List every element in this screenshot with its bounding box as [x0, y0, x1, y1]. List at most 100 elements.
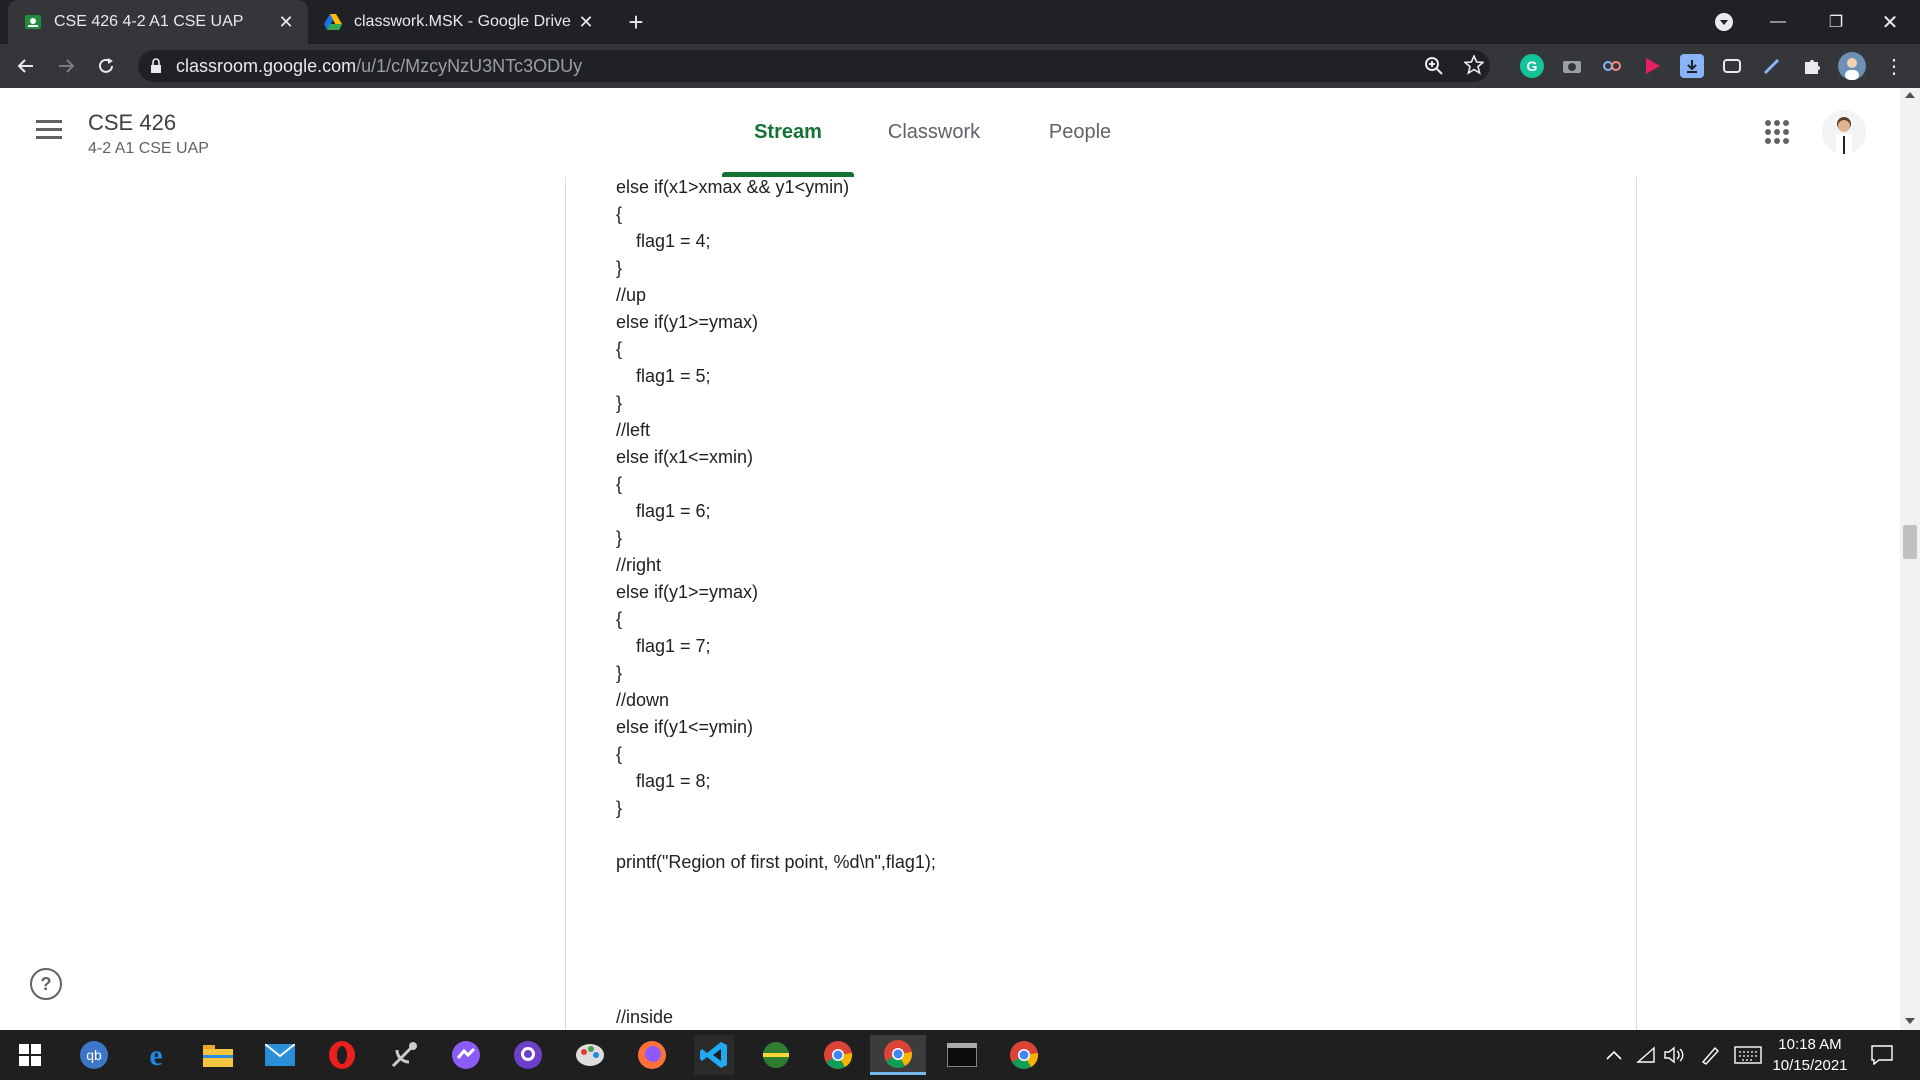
url-text: classroom.google.com/u/1/c/MzcyNzU3NTc3O…	[176, 56, 582, 77]
minimize-icon[interactable]: —	[1760, 0, 1796, 44]
hamburger-menu-icon[interactable]	[36, 120, 62, 145]
code-line: //down	[616, 690, 670, 710]
pen-workspace-icon[interactable]	[1690, 1035, 1730, 1075]
code-line: //left	[616, 420, 651, 440]
tab-classroom[interactable]: CSE 426 4-2 A1 CSE UAP ✕	[8, 0, 308, 44]
browser-menu-icon[interactable]: ⋮	[1882, 54, 1906, 78]
touch-keyboard-icon[interactable]	[1728, 1035, 1768, 1075]
pen-icon[interactable]	[1760, 54, 1784, 78]
class-title[interactable]: CSE 426	[88, 110, 176, 136]
extensions-puzzle-icon[interactable]	[1800, 54, 1824, 78]
code-line: else if(y1<=ymin)	[616, 717, 754, 737]
play-icon[interactable]	[1640, 54, 1664, 78]
code-line: }	[616, 528, 623, 548]
file-explorer-icon[interactable]	[198, 1035, 238, 1075]
code-line: }	[616, 393, 623, 413]
paint-app-icon[interactable]	[570, 1035, 610, 1075]
screen-capture-icon[interactable]	[1720, 54, 1744, 78]
code-line: flag1 = 8;	[616, 771, 711, 791]
opera-icon[interactable]	[322, 1035, 362, 1075]
scroll-down-arrow[interactable]	[1905, 1018, 1915, 1024]
page-scrollbar[interactable]	[1900, 88, 1920, 1030]
reload-icon[interactable]	[90, 50, 122, 82]
code-line: {	[616, 204, 623, 224]
tab-classwork[interactable]: Classwork	[874, 88, 994, 177]
download-icon[interactable]	[1680, 54, 1704, 78]
user-avatar[interactable]	[1822, 110, 1866, 154]
code-line: {	[616, 339, 623, 359]
window-close-icon[interactable]: ✕	[1872, 0, 1908, 44]
tab-title: CSE 426 4-2 A1 CSE UAP	[54, 13, 244, 30]
browser-toolbar: classroom.google.com/u/1/c/MzcyNzU3NTc3O…	[0, 44, 1920, 88]
code-line: flag1 = 7;	[616, 636, 711, 656]
chrome-profile-icon[interactable]	[1004, 1035, 1044, 1075]
camera-icon[interactable]	[1560, 54, 1584, 78]
new-tab-button[interactable]: +	[618, 0, 654, 44]
classroom-header: CSE 426 4-2 A1 CSE UAP Stream Classwork …	[0, 88, 1900, 178]
code-line: }	[616, 663, 623, 683]
zoom-icon[interactable]	[1424, 56, 1444, 81]
google-drive-icon	[324, 13, 342, 31]
notifications-icon[interactable]	[1862, 1035, 1902, 1075]
profile-avatar[interactable]	[1838, 52, 1866, 80]
windows-start-icon[interactable]	[10, 1035, 50, 1075]
scrollbar-thumb[interactable]	[1903, 525, 1917, 559]
stream-content	[0, 177, 1900, 1030]
code-line: {	[616, 609, 623, 629]
grammarly-icon[interactable]: G	[1520, 54, 1544, 78]
vscode-icon[interactable]	[694, 1035, 734, 1075]
edge-legacy-icon[interactable]: e	[136, 1035, 176, 1075]
tab-drive[interactable]: classwork.MSK - Google Drive ✕	[308, 0, 608, 44]
extension-glasses-icon[interactable]	[1600, 54, 1624, 78]
github-desktop-icon[interactable]	[508, 1035, 548, 1075]
forward-icon[interactable]	[50, 50, 82, 82]
tab-stream[interactable]: Stream	[722, 88, 854, 177]
code-line: }	[616, 798, 623, 818]
classroom-icon	[24, 13, 42, 31]
close-icon[interactable]: ✕	[274, 10, 298, 34]
clock-time: 10:18 AM	[1778, 1036, 1842, 1053]
post-card	[565, 177, 1637, 1030]
help-icon[interactable]: ?	[30, 968, 62, 1000]
tab-title: classwork.MSK - Google Drive	[354, 13, 571, 30]
volume-icon[interactable]	[1654, 1035, 1694, 1075]
close-icon[interactable]: ✕	[574, 10, 598, 34]
bookmark-star-icon[interactable]	[1462, 53, 1486, 80]
restore-icon[interactable]: ❐	[1818, 0, 1854, 44]
terminal-icon[interactable]	[942, 1035, 982, 1075]
code-line: flag1 = 4;	[616, 231, 711, 251]
code-line: printf("Region of first point, %d\n",fla…	[616, 852, 936, 872]
svg-text:e: e	[149, 1041, 162, 1069]
qbittorrent-icon[interactable]: qb	[74, 1035, 114, 1075]
svg-text:qb: qb	[86, 1047, 102, 1063]
tab-people[interactable]: People	[1020, 88, 1140, 177]
code-line: else if(y1>=ymax)	[616, 312, 759, 332]
lock-icon	[150, 58, 162, 79]
globe-app-icon[interactable]	[756, 1035, 796, 1075]
back-icon[interactable]	[10, 50, 42, 82]
tab-search-icon[interactable]	[1708, 0, 1740, 44]
code-line: //up	[616, 285, 647, 305]
chrome-icon[interactable]	[818, 1035, 858, 1075]
code-line: }	[616, 258, 623, 278]
code-line: else if(x1<=xmin)	[616, 447, 754, 467]
class-section: 4-2 A1 CSE UAP	[88, 140, 209, 157]
scroll-up-arrow[interactable]	[1905, 92, 1915, 98]
code-line: else if(y1>=ymax)	[616, 582, 759, 602]
browser-tab-strip: CSE 426 4-2 A1 CSE UAP ✕ classwork.MSK -…	[0, 0, 1920, 44]
url-host: classroom.google.com	[176, 55, 357, 76]
code-line: {	[616, 474, 623, 494]
url-path: /u/1/c/MzcyNzU3NTc3ODUy	[356, 55, 583, 76]
satellite-app-icon[interactable]	[384, 1035, 424, 1075]
mail-icon[interactable]	[260, 1035, 300, 1075]
code-line: flag1 = 6;	[616, 501, 711, 521]
code-line: else if(x1>xmax && y1<ymin)	[616, 177, 850, 197]
clock-date: 10/15/2021	[1772, 1057, 1848, 1074]
chrome-active-icon[interactable]	[870, 1035, 926, 1075]
address-bar[interactable]: classroom.google.com/u/1/c/MzcyNzU3NTc3O…	[138, 50, 1490, 82]
system-clock[interactable]: 10:18 AM 10/15/2021	[1768, 1034, 1852, 1076]
code-line: //right	[616, 555, 662, 575]
firefox-icon[interactable]	[632, 1035, 672, 1075]
google-apps-icon[interactable]	[1765, 120, 1789, 149]
messenger-icon[interactable]	[446, 1035, 486, 1075]
